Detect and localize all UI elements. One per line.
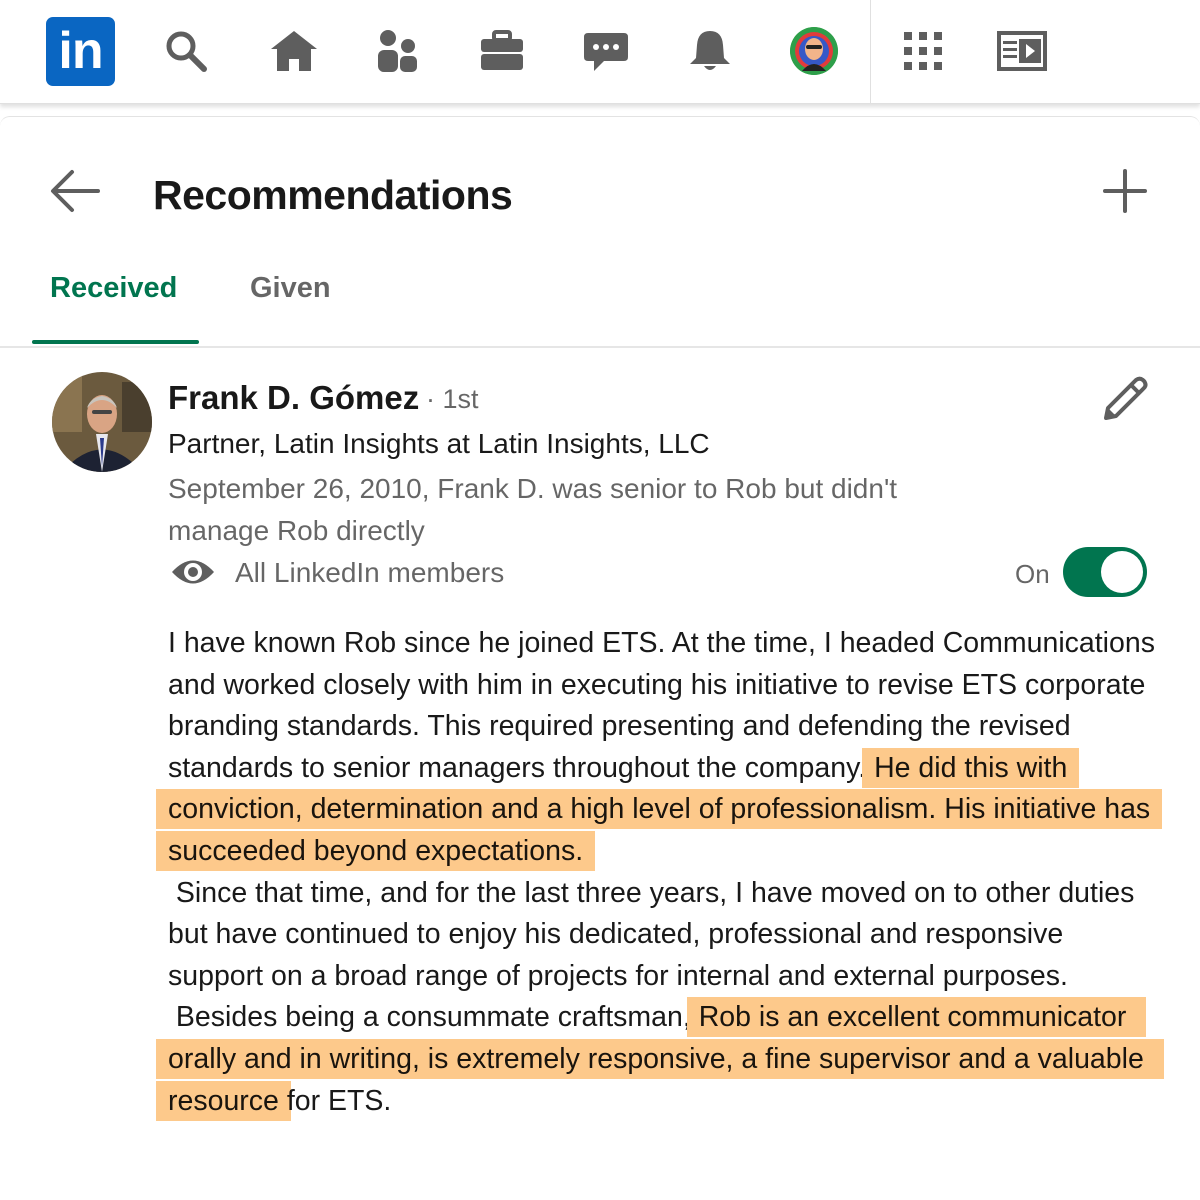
tab-given[interactable]: Given (250, 272, 331, 305)
tabs-divider (0, 346, 1200, 348)
apps-grid-icon[interactable] (895, 22, 951, 80)
paragraph-3-end: for ETS. (286, 1084, 392, 1117)
network-icon[interactable] (370, 22, 426, 80)
recommendation-meta: September 26, 2010, Frank D. was senior … (168, 473, 898, 546)
me-avatar[interactable] (790, 27, 838, 75)
tab-received[interactable]: Received (50, 272, 177, 305)
visibility-setting: All LinkedIn members (235, 557, 505, 588)
connection-degree: · 1st (426, 384, 479, 414)
toggle-label: On (1015, 559, 1050, 589)
recommender-name[interactable]: Frank D. Gómez (168, 379, 419, 417)
recommendation-text: I have known Rob since he joined ETS. At… (156, 623, 1164, 1122)
linkedin-logo[interactable]: in (46, 17, 115, 86)
top-nav-bar: in (0, 0, 1200, 104)
paragraph-1: I have known Rob since he joined ETS. At… (156, 623, 1163, 873)
home-icon[interactable] (266, 22, 322, 80)
messaging-icon[interactable] (578, 22, 634, 80)
nav-divider (870, 0, 871, 104)
notifications-icon[interactable] (682, 22, 738, 80)
recommender-headline: Partner, Latin Insights at Latin Insight… (168, 428, 710, 459)
active-tab-indicator (32, 340, 199, 344)
back-arrow-icon[interactable] (48, 168, 102, 214)
eye-icon (170, 553, 216, 591)
paragraph-3: Besides being a consummate craftsman, Ro… (156, 997, 1164, 1122)
recommender-avatar[interactable] (52, 372, 152, 472)
paragraph-3-text: Besides being a consummate craftsman, (168, 1001, 691, 1034)
jobs-icon[interactable] (474, 22, 530, 80)
learning-icon[interactable] (994, 22, 1050, 80)
search-icon[interactable] (158, 22, 214, 80)
page-title: Recommendations (153, 172, 513, 218)
paragraph-2: Since that time, and for the last three … (168, 876, 1143, 992)
toggle-knob (1101, 551, 1143, 593)
edit-pencil-icon[interactable] (1098, 372, 1152, 426)
add-recommendation-plus-icon[interactable] (1100, 166, 1150, 216)
show-recommendation-toggle[interactable] (1063, 547, 1147, 597)
